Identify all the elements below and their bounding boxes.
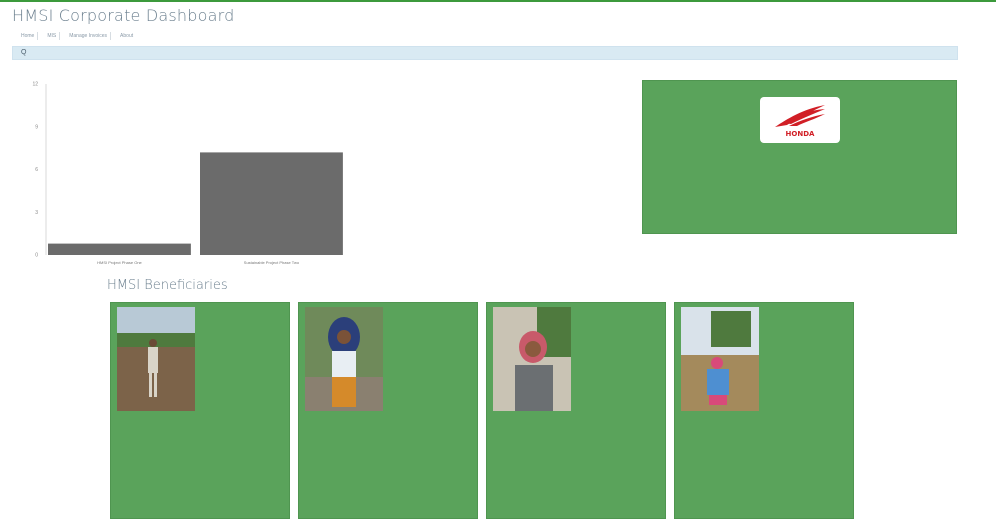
x-tick-label: HMSI Project Phase One xyxy=(97,260,142,265)
detail-row xyxy=(493,458,661,467)
detail-row xyxy=(681,440,849,449)
detail-row xyxy=(493,440,661,449)
detail-row xyxy=(681,467,849,476)
detail-row xyxy=(117,431,285,440)
detail-row xyxy=(681,503,849,512)
detail-row xyxy=(117,494,285,503)
project-bar-chart: 0 3 6 9 12 HMSI Project Phase One Sustainable … xyxy=(20,72,360,272)
bar[interactable] xyxy=(48,243,191,255)
detail-row xyxy=(305,431,473,440)
detail-row xyxy=(305,467,473,476)
beneficiary-photo xyxy=(117,307,195,411)
detail-row xyxy=(117,503,285,512)
detail-row xyxy=(681,449,849,458)
detail-row xyxy=(117,485,285,494)
menu-item-mis[interactable]: MIS xyxy=(44,32,61,40)
beneficiary-details xyxy=(681,413,849,518)
y-tick-label: 0 xyxy=(35,253,38,259)
detail-row xyxy=(117,413,285,422)
detail-row xyxy=(305,485,473,494)
detail-row xyxy=(305,440,473,449)
bar[interactable] xyxy=(200,152,343,255)
detail-row xyxy=(305,449,473,458)
detail-row xyxy=(493,485,661,494)
top-rule xyxy=(0,0,996,2)
honda-wing-icon: HONDA xyxy=(774,105,825,138)
detail-row xyxy=(493,512,661,518)
detail-row xyxy=(493,476,661,485)
detail-row xyxy=(681,458,849,467)
detail-row xyxy=(117,458,285,467)
detail-row xyxy=(117,512,285,518)
detail-row xyxy=(493,467,661,476)
detail-row xyxy=(681,431,849,440)
detail-row xyxy=(493,449,661,458)
detail-row xyxy=(681,413,849,422)
menu-item-manage-invoices[interactable]: Manage Invoices xyxy=(66,32,112,40)
detail-row xyxy=(493,431,661,440)
beneficiary-card[interactable] xyxy=(486,302,666,519)
detail-row xyxy=(493,503,661,512)
honda-logo-text: HONDA xyxy=(785,130,814,138)
detail-row xyxy=(681,476,849,485)
beneficiary-card[interactable] xyxy=(674,302,854,519)
detail-row xyxy=(117,476,285,485)
detail-row xyxy=(305,476,473,485)
x-tick-label: Sustainable Project Phase Two xyxy=(244,260,300,265)
detail-row xyxy=(117,449,285,458)
beneficiary-photo xyxy=(493,307,571,411)
detail-row xyxy=(305,512,473,518)
detail-row xyxy=(305,422,473,431)
filter-value: Q xyxy=(21,49,27,56)
beneficiaries-grid xyxy=(110,302,854,519)
filter-bar[interactable]: Q xyxy=(12,46,958,60)
honda-logo: HONDA xyxy=(759,97,840,143)
detail-row xyxy=(681,485,849,494)
detail-row xyxy=(305,413,473,422)
menu-item-about[interactable]: About xyxy=(117,32,136,40)
detail-row xyxy=(305,494,473,503)
beneficiary-details xyxy=(117,413,285,518)
y-tick-label: 3 xyxy=(35,210,38,216)
detail-row xyxy=(117,422,285,431)
beneficiary-card[interactable] xyxy=(110,302,290,519)
detail-row xyxy=(305,458,473,467)
y-tick-label: 9 xyxy=(35,124,38,130)
app-title: HMSI Corporate Dashboard xyxy=(12,6,235,25)
detail-row xyxy=(493,422,661,431)
y-tick-label: 6 xyxy=(35,167,38,173)
bar-chart-svg: 0 3 6 9 12 HMSI Project Phase One Sustainable … xyxy=(32,82,343,265)
beneficiary-details xyxy=(493,413,661,518)
detail-row xyxy=(117,467,285,476)
detail-row xyxy=(681,512,849,518)
detail-row xyxy=(305,503,473,512)
beneficiary-details xyxy=(305,413,473,518)
detail-row xyxy=(493,413,661,422)
beneficiary-photo xyxy=(681,307,759,411)
top-menu: Home MIS Manage Invoices About xyxy=(18,32,136,40)
detail-row xyxy=(493,494,661,503)
menu-item-home[interactable]: Home xyxy=(18,32,39,40)
y-tick-label: 12 xyxy=(32,82,38,88)
beneficiaries-title: HMSI Beneficiaries xyxy=(107,278,228,293)
detail-row xyxy=(681,422,849,431)
beneficiary-card[interactable] xyxy=(298,302,478,519)
company-card: HONDA xyxy=(642,80,957,234)
detail-row xyxy=(681,494,849,503)
beneficiary-photo xyxy=(305,307,383,411)
detail-row xyxy=(117,440,285,449)
